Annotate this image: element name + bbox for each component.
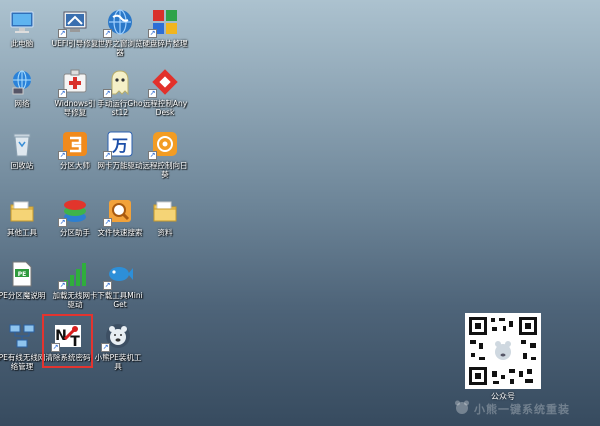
boot-repair-icon: ↗ bbox=[58, 68, 89, 98]
desktop-icon-label: 分区助手 bbox=[60, 228, 90, 237]
desktop-icon-label: 网卡万能驱动 bbox=[97, 161, 143, 170]
shortcut-arrow-icon: ↗ bbox=[103, 151, 112, 160]
desktop-icon-ghost[interactable]: ↗ 手动运行Ghost12 bbox=[96, 68, 144, 117]
brand-text: 小熊一键系统重装 bbox=[474, 402, 570, 416]
desktop-icon-data[interactable]: 资料 bbox=[141, 197, 189, 237]
miniget-fish-icon: ↗ bbox=[103, 260, 134, 290]
svg-text:PE: PE bbox=[18, 271, 27, 278]
shortcut-arrow-icon: ↗ bbox=[58, 29, 67, 38]
desktop-icon-label: 资料 bbox=[157, 228, 173, 237]
desktop-icon-label: 文件快速搜索 bbox=[97, 228, 143, 237]
desktop-icon-network-manager[interactable]: PE有线无线网络管理 bbox=[0, 322, 46, 371]
desktop-icon-wifi-driver[interactable]: ↗ 加载无线网卡驱动 bbox=[51, 260, 99, 309]
desktop-icon-label: 世界之窗浏览器 bbox=[97, 39, 143, 57]
desktop-icon-bear-installer[interactable]: ↗ 小熊PE装机工具 bbox=[94, 322, 142, 371]
brand-watermark: 小熊一键系统重装 bbox=[454, 400, 570, 417]
shortcut-arrow-icon: ↗ bbox=[58, 89, 67, 98]
desktop-icon-label: PE分区魔说明 bbox=[0, 291, 46, 300]
sunflower-remote-icon: ↗ bbox=[148, 130, 179, 160]
desktop-icon-label: 网络 bbox=[14, 99, 30, 108]
desktop-icon-label: 其他工具 bbox=[7, 228, 37, 237]
shortcut-arrow-icon: ↗ bbox=[58, 218, 67, 227]
desktop-icon-boot-repair[interactable]: ↗ Widnows引导修复 bbox=[51, 68, 99, 117]
desktop-icon-anydesk[interactable]: ↗ 远程控制AnyDesk bbox=[141, 68, 189, 117]
desktop-icon-label: 硬盘碎片整理 bbox=[142, 39, 188, 48]
wan-driver-icon: 万 ↗ bbox=[103, 130, 134, 160]
ghost-icon: ↗ bbox=[103, 68, 134, 98]
desktop-icon-file-search[interactable]: ↗ 文件快速搜索 bbox=[96, 197, 144, 237]
desktop-icon-label: UEFI引导修复 bbox=[51, 39, 99, 48]
desktop-icon-partition-assistant[interactable]: ↗ 分区助手 bbox=[51, 197, 99, 237]
desktop-icon-uefi-repair[interactable]: ↗ UEFI引导修复 bbox=[51, 8, 99, 48]
shortcut-arrow-icon: ↗ bbox=[103, 218, 112, 227]
shortcut-arrow-icon: ↗ bbox=[103, 281, 112, 290]
desktop-icon-label: Widnows引导修复 bbox=[54, 99, 96, 117]
shortcut-arrow-icon: ↗ bbox=[148, 29, 157, 38]
desktop-icon-defrag[interactable]: ↗ 硬盘碎片整理 bbox=[141, 8, 189, 48]
folder-icon bbox=[8, 197, 36, 225]
desktop-icon-label: 小熊PE装机工具 bbox=[94, 353, 142, 371]
shortcut-arrow-icon: ↗ bbox=[148, 89, 157, 98]
desktop-icon-this-pc[interactable]: 此电脑 bbox=[0, 8, 46, 48]
wifi-signal-icon: ↗ bbox=[58, 260, 89, 290]
bear-logo-icon bbox=[454, 400, 470, 417]
desktop-icon-label: 分区大师 bbox=[60, 161, 90, 170]
desktop-icon-label: 远程控制向日葵 bbox=[142, 161, 188, 179]
anydesk-icon: ↗ bbox=[148, 68, 179, 98]
uefi-repair-icon: ↗ bbox=[58, 8, 89, 38]
browser-globe-icon: ↗ bbox=[103, 8, 134, 38]
desktop-icon-label: 此电脑 bbox=[10, 39, 34, 48]
desktop-icon-label: 下载工具MiniGet bbox=[97, 291, 143, 309]
desktop-icon-network[interactable]: 网络 bbox=[0, 68, 46, 108]
svg-text:万: 万 bbox=[111, 136, 128, 155]
desktop-icon-label: 回收站 bbox=[10, 161, 34, 170]
desktop-icon-pe-document[interactable]: PE PE分区魔说明 bbox=[0, 260, 46, 300]
desktop-icon-recycle-bin[interactable]: 回收站 bbox=[0, 130, 46, 170]
shortcut-arrow-icon: ↗ bbox=[148, 151, 157, 160]
network-icon bbox=[8, 68, 36, 96]
desktop-icon-label: 加载无线网卡驱动 bbox=[52, 291, 98, 309]
shortcut-arrow-icon: ↗ bbox=[58, 151, 67, 160]
qr-code-image bbox=[465, 313, 541, 389]
partition-assistant-icon: ↗ bbox=[58, 197, 89, 227]
desktop-icon-miniget[interactable]: ↗ 下载工具MiniGet bbox=[96, 260, 144, 309]
desktop-icon-wan-driver[interactable]: 万 ↗ 网卡万能驱动 bbox=[96, 130, 144, 170]
shortcut-arrow-icon: ↗ bbox=[58, 281, 67, 290]
desktop-icon-label: 手动运行Ghost12 bbox=[97, 99, 143, 117]
this-pc-icon bbox=[8, 8, 36, 36]
desktop-icon-label: PE有线无线网络管理 bbox=[0, 353, 46, 371]
qr-code-panel: 公众号 bbox=[465, 313, 541, 402]
partition-master-icon: ↗ bbox=[58, 130, 89, 160]
desktop-icon-partition-master[interactable]: ↗ 分区大师 bbox=[51, 130, 99, 170]
desktop-icon-sunflower[interactable]: ↗ 远程控制向日葵 bbox=[141, 130, 189, 179]
selection-highlight bbox=[42, 314, 93, 368]
shortcut-arrow-icon: ↗ bbox=[103, 29, 112, 38]
shortcut-arrow-icon: ↗ bbox=[103, 89, 112, 98]
recycle-bin-icon bbox=[8, 130, 36, 158]
shortcut-arrow-icon: ↗ bbox=[101, 343, 110, 352]
desktop: 此电脑 ↗ UEFI引导修复 ↗ 世界之窗浏览器 ↗ 硬盘碎片整理 网络 ↗ W… bbox=[0, 0, 600, 426]
desktop-icon-browser[interactable]: ↗ 世界之窗浏览器 bbox=[96, 8, 144, 57]
desktop-icon-other-tools[interactable]: 其他工具 bbox=[0, 197, 46, 237]
network-manager-icon bbox=[8, 322, 36, 350]
folder-icon bbox=[151, 197, 179, 225]
bear-installer-icon: ↗ bbox=[101, 322, 132, 352]
file-search-icon: ↗ bbox=[103, 197, 134, 227]
desktop-icon-label: 远程控制AnyDesk bbox=[142, 99, 188, 117]
defrag-icon: ↗ bbox=[148, 8, 179, 38]
pe-document-icon: PE bbox=[8, 260, 36, 288]
